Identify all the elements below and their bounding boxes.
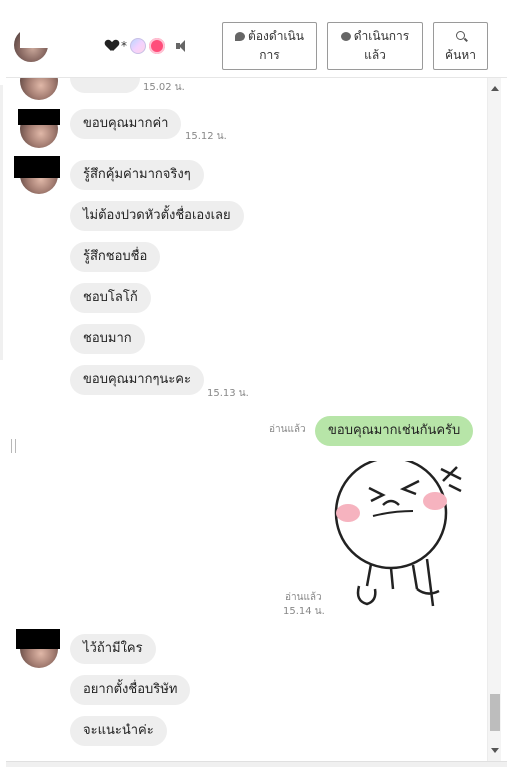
sticker-image[interactable] — [331, 461, 481, 611]
check-bubble-icon — [340, 32, 351, 41]
scroll-down-arrow-icon[interactable] — [491, 748, 499, 753]
search-icon — [456, 31, 465, 40]
message-bubble-partial — [70, 78, 140, 93]
message-bubble: ไม่ต้องปวดหัวตั้งชื่อเองเลย — [70, 201, 244, 231]
message-time: 15.02 น. — [143, 82, 185, 93]
search-button-label: ค้นหา — [445, 48, 476, 62]
message-bubble: ชอบโลโก้ — [70, 283, 151, 313]
unicorn-icon — [130, 38, 146, 54]
todo-button[interactable]: ต้องดำเนินการ — [222, 22, 317, 70]
message-bubble: จะแนะนำค่ะ — [70, 716, 167, 746]
left-edge — [0, 85, 3, 360]
sender-avatar — [20, 78, 58, 100]
message-bubble: รู้สึกคุ้มค่ามากจริงๆ — [70, 160, 204, 190]
message-bubble: ไว้ถ้ามีใคร — [70, 634, 156, 664]
avatar-redaction — [14, 156, 60, 178]
message-list[interactable]: 15.02 น. ขอบคุณมากค่า 15.12 น. รู้สึกคุ้… — [6, 78, 487, 761]
search-button[interactable]: ค้นหา — [433, 22, 488, 70]
read-receipt: อ่านแล้ว — [285, 592, 322, 603]
contact-name: * — [106, 36, 188, 56]
footer-divider — [6, 761, 507, 767]
avatar-redaction — [16, 629, 60, 649]
scroll-up-arrow-icon[interactable] — [491, 86, 499, 91]
pink-heart-icon — [149, 38, 165, 54]
read-receipt: อ่านแล้ว — [269, 424, 306, 435]
mute-icon[interactable] — [176, 40, 188, 52]
avatar-redaction — [20, 24, 50, 48]
speech-bubble-icon — [235, 32, 246, 41]
black-heart-icon — [106, 40, 118, 52]
message-bubble: รู้สึกชอบชื่อ — [70, 242, 161, 272]
message-bubble: ชอบมาก — [70, 324, 145, 354]
scrollbar-thumb[interactable] — [490, 694, 500, 731]
done-button-label: ดำเนินการแล้ว — [353, 29, 410, 62]
message-time: 15.14 น. — [283, 606, 325, 617]
message-bubble: ขอบคุณมากๆนะคะ — [70, 365, 204, 395]
todo-button-label: ต้องดำเนินการ — [248, 29, 304, 62]
outgoing-bubble: ขอบคุณมากเช่นกันครับ — [315, 416, 474, 446]
done-button[interactable]: ดำเนินการแล้ว — [327, 22, 423, 70]
scrollbar[interactable] — [487, 78, 501, 761]
contact-name-star: * — [121, 39, 127, 53]
message-bubble: อยากตั้งชื่อบริษัท — [70, 675, 191, 705]
avatar-redaction — [18, 109, 60, 125]
chat-header: * ต้องดำเนินการ ดำเนินการแล้ว ค้นหา — [6, 0, 507, 78]
message-time: 15.12 น. — [185, 131, 227, 142]
message-bubble: ขอบคุณมากค่า — [70, 109, 182, 139]
message-time: 15.13 น. — [207, 388, 249, 399]
